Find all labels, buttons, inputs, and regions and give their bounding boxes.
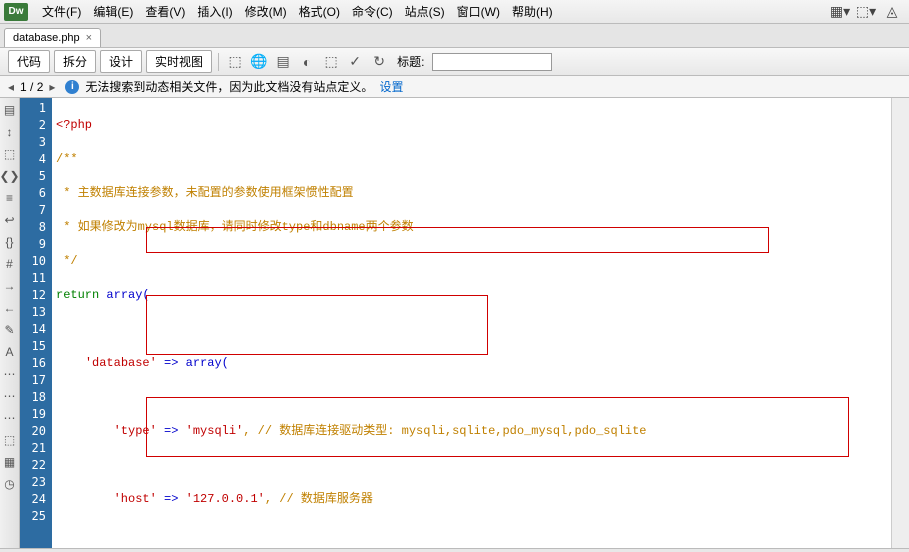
sb-syntax-icon[interactable]: A	[2, 344, 18, 360]
sb-tag-icon[interactable]: {}	[2, 234, 18, 250]
menu-format[interactable]: 格式(O)	[293, 1, 346, 22]
menu-window[interactable]: 窗口(W)	[451, 1, 506, 22]
info-bar: ◂ 1 / 2 ▸ i 无法搜索到动态相关文件，因为此文档没有站点定义。 设置	[0, 76, 909, 98]
info-settings-link[interactable]: 设置	[379, 78, 403, 95]
sb-select-icon[interactable]: ⬚	[2, 146, 18, 162]
sb-indent-icon[interactable]: →	[2, 278, 18, 294]
sb-line-icon[interactable]: ≡	[2, 190, 18, 206]
toolbar-icon-6[interactable]: ✓	[345, 52, 365, 72]
info-next-icon[interactable]: ▸	[49, 80, 55, 94]
toolbar-icon-5[interactable]: ⬚	[321, 52, 341, 72]
sb-open-icon[interactable]: ▤	[2, 102, 18, 118]
info-message: 无法搜索到动态相关文件，因为此文档没有站点定义。	[85, 78, 373, 95]
document-tab[interactable]: database.php ×	[4, 28, 101, 47]
tab-bar: database.php ×	[0, 24, 909, 48]
sb-recent-icon[interactable]: ◷	[2, 476, 18, 492]
menu-view[interactable]: 查看(V)	[139, 1, 191, 22]
sb-sp2-icon[interactable]: ⋯	[2, 388, 18, 404]
toolbar-icon-3[interactable]: ▤	[273, 52, 293, 72]
toolbar-icon-4[interactable]: ◐	[297, 52, 317, 72]
menu-help[interactable]: 帮助(H)	[506, 1, 559, 22]
layout-icon[interactable]: ▦▾	[831, 3, 849, 21]
info-prev-icon[interactable]: ◂	[8, 80, 14, 94]
menu-site[interactable]: 站点(S)	[399, 1, 451, 22]
sb-collapse-icon[interactable]: ↕	[2, 124, 18, 140]
menu-file[interactable]: 文件(F)	[36, 1, 87, 22]
sb-highlight-icon[interactable]: ✎	[2, 322, 18, 338]
code-view-button[interactable]: 代码	[8, 50, 50, 73]
menu-edit[interactable]: 编辑(E)	[87, 1, 139, 22]
sb-snippet-icon[interactable]: ▦	[2, 454, 18, 470]
extension-icon[interactable]: ⬚▾	[857, 3, 875, 21]
live-view-button[interactable]: 实时视图	[146, 50, 212, 73]
sb-balance-icon[interactable]: ❮❯	[2, 168, 18, 184]
tab-label: database.php	[13, 32, 80, 44]
split-view-button[interactable]: 拆分	[54, 50, 96, 73]
editor-area: ▤ ↕ ⬚ ❮❯ ≡ ↩ {} # → ← ✎ A ⋯ ⋯ ⋯ ⬚ ▦ ◷ 12…	[0, 98, 909, 548]
sb-sp1-icon[interactable]: ⋯	[2, 366, 18, 382]
sb-comment-icon[interactable]: #	[2, 256, 18, 272]
menu-commands[interactable]: 命令(C)	[346, 1, 399, 22]
document-toolbar: 代码 拆分 设计 实时视图 ⬚ 🌐 ▤ ◐ ⬚ ✓ ↻ 标题:	[0, 48, 909, 76]
menu-modify[interactable]: 修改(M)	[239, 1, 293, 22]
sb-outdent-icon[interactable]: ←	[2, 300, 18, 316]
sb-format-icon[interactable]: ⬚	[2, 432, 18, 448]
menu-insert[interactable]: 插入(I)	[191, 1, 238, 22]
toolbar-icon-2[interactable]: 🌐	[249, 52, 269, 72]
vertical-scrollbar[interactable]	[891, 98, 909, 548]
sb-wrap-icon[interactable]: ↩	[2, 212, 18, 228]
info-position: 1 / 2	[20, 80, 43, 94]
refresh-icon[interactable]: ↻	[369, 52, 389, 72]
status-bar	[0, 548, 909, 552]
sb-sp3-icon[interactable]: ⋯	[2, 410, 18, 426]
app-logo: Dw	[4, 3, 28, 21]
design-view-button[interactable]: 设计	[100, 50, 142, 73]
menu-bar: Dw 文件(F) 编辑(E) 查看(V) 插入(I) 修改(M) 格式(O) 命…	[0, 0, 909, 24]
line-gutter: 1234567891011121314151617181920212223242…	[20, 98, 52, 548]
code-toolbar: ▤ ↕ ⬚ ❮❯ ≡ ↩ {} # → ← ✎ A ⋯ ⋯ ⋯ ⬚ ▦ ◷	[0, 98, 20, 548]
info-icon: i	[65, 80, 79, 94]
title-input[interactable]	[432, 53, 552, 71]
tab-close-icon[interactable]: ×	[86, 32, 92, 44]
code-editor[interactable]: <?php /** * 主数据库连接参数，未配置的参数使用框架惯性配置 * 如果…	[52, 98, 891, 548]
title-label: 标题:	[397, 53, 424, 70]
sync-icon[interactable]: ◬	[883, 3, 901, 21]
toolbar-icon-1[interactable]: ⬚	[225, 52, 245, 72]
